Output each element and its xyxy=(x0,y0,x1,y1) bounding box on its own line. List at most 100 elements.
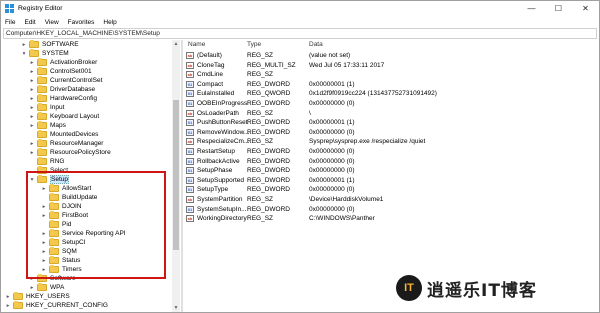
value-name: CmdLine xyxy=(197,71,224,79)
string-value-icon: ab xyxy=(186,52,194,59)
folder-icon xyxy=(37,283,47,291)
tree-item[interactable]: ▸ WPA xyxy=(29,283,64,292)
tree-item[interactable]: ▸ Input xyxy=(29,103,64,112)
expand-icon[interactable]: ▸ xyxy=(29,148,35,157)
tree-item-label: SOFTWARE xyxy=(42,41,79,48)
expand-icon[interactable]: ▸ xyxy=(29,85,35,94)
pane-splitter[interactable] xyxy=(181,40,183,312)
value-row[interactable]: 01 SetupPhase REG_DWORD 0x00000000 (0) xyxy=(184,166,599,176)
tree-item[interactable]: ▾ SYSTEM xyxy=(21,49,69,58)
value-row[interactable]: 01 SetupType REG_DWORD 0x00000000 (0) xyxy=(184,185,599,195)
scroll-up-icon[interactable]: ▲ xyxy=(172,40,180,48)
address-bar[interactable]: Computer\HKEY_LOCAL_MACHINE\SYSTEM\Setup xyxy=(3,28,597,39)
value-name: SystemSetupIn... xyxy=(197,205,247,213)
value-type: REG_DWORD xyxy=(247,205,290,213)
value-row[interactable]: 01 RestartSetup REG_DWORD 0x00000000 (0) xyxy=(184,147,599,157)
folder-icon xyxy=(37,58,47,66)
tree-item[interactable]: MountedDevices xyxy=(29,130,98,139)
tree-item-label: Maps xyxy=(50,122,66,129)
tree-item[interactable]: ▸ ResourcePolicyStore xyxy=(29,148,111,157)
expand-icon[interactable]: ▸ xyxy=(29,112,35,121)
value-row[interactable]: 01 SystemSetupIn... REG_DWORD 0x00000000 (0… xyxy=(184,205,599,215)
menu-edit[interactable]: Edit xyxy=(24,19,35,26)
minimize-icon[interactable]: — xyxy=(518,1,545,16)
value-row[interactable]: ab WorkingDirectory REG_SZ C:\WINDOWS\Panth… xyxy=(184,214,599,224)
maximize-icon[interactable]: ☐ xyxy=(545,1,572,16)
binary-value-icon: 01 xyxy=(186,128,194,136)
highlight-box xyxy=(26,171,166,279)
tree-item-label: HKEY_USERS xyxy=(26,293,70,300)
menu-view[interactable]: View xyxy=(45,19,59,26)
folder-icon xyxy=(37,103,47,111)
value-row[interactable]: ab CloneTag REG_MULTI_SZ Wed Jul 05 17:33:1… xyxy=(184,61,599,71)
value-data: C:\WINDOWS\Panther xyxy=(309,215,375,223)
tree-item[interactable]: ▸ ResourceManager xyxy=(29,139,103,148)
value-row[interactable]: 01 PushButtonReset REG_DWORD 0x00000001 (1) xyxy=(184,118,599,128)
tree-item[interactable]: ▸ ControlSet001 xyxy=(29,67,92,76)
expand-icon[interactable]: ▸ xyxy=(29,67,35,76)
column-data[interactable]: Data xyxy=(309,41,323,48)
expand-icon[interactable]: ▸ xyxy=(29,58,35,67)
folder-icon xyxy=(37,130,47,138)
value-row[interactable]: ab OsLoaderPath REG_SZ \ xyxy=(184,109,599,119)
folder-icon xyxy=(37,76,47,84)
expand-icon[interactable]: ▸ xyxy=(21,40,27,49)
collapse-icon[interactable]: ▾ xyxy=(21,49,27,58)
string-value-icon: ab xyxy=(186,71,194,79)
tree-item[interactable]: ▸ HKEY_CURRENT_CONFIG xyxy=(5,301,108,310)
scroll-thumb[interactable] xyxy=(173,100,179,250)
expand-icon[interactable]: ▸ xyxy=(29,76,35,85)
tree-item[interactable]: ▸ SOFTWARE xyxy=(21,40,79,49)
tree-item[interactable]: ▸ HKEY_USERS xyxy=(5,292,70,301)
tree-item[interactable]: ▸ HardwareConfig xyxy=(29,94,97,103)
close-icon[interactable]: ✕ xyxy=(572,1,599,16)
expand-icon[interactable]: ▸ xyxy=(29,103,35,112)
value-row[interactable]: ab SystemPartition REG_SZ \Device\HarddiskV… xyxy=(184,195,599,205)
scroll-down-icon[interactable]: ▼ xyxy=(172,304,180,312)
value-row[interactable]: 01 RemoveWindow... REG_DWORD 0x00000000 (0) xyxy=(184,128,599,138)
tree-item[interactable]: RNG xyxy=(29,157,64,166)
value-row[interactable]: ab RespecializeCm... REG_SZ Sysprep\sysprep… xyxy=(184,137,599,147)
tree-item[interactable]: ▸ DriverDatabase xyxy=(29,85,95,94)
tree-item-label: Input xyxy=(50,104,65,111)
value-data: 0x00000000 (0) xyxy=(309,100,355,107)
value-type: REG_SZ xyxy=(247,215,274,223)
registry-editor-window: Registry Editor — ☐ ✕ File Edit View Fav… xyxy=(0,0,600,313)
value-row[interactable]: 01 Compact REG_DWORD 0x00000001 (1) xyxy=(184,80,599,90)
tree-scrollbar[interactable]: ▲ ▼ xyxy=(172,40,180,312)
binary-value-icon: 01 xyxy=(186,80,194,88)
value-row[interactable]: 01 RollbackActive REG_DWORD 0x00000000 (0) xyxy=(184,157,599,167)
value-name: RespecializeCm... xyxy=(197,138,250,146)
value-row[interactable]: 01 OOBEInProgress REG_DWORD 0x00000000 (0) xyxy=(184,99,599,109)
tree-item-label: SYSTEM xyxy=(42,50,69,57)
expand-icon[interactable]: ▸ xyxy=(29,283,35,292)
menu-file[interactable]: File xyxy=(5,19,15,26)
tree-item[interactable]: ▸ Keyboard Layout xyxy=(29,112,99,121)
string-value-icon: ab xyxy=(186,196,194,203)
folder-icon xyxy=(13,301,23,309)
menu-bar: File Edit View Favorites Help xyxy=(1,16,599,28)
value-row[interactable]: 01 EulaInstalled REG_QWORD 0x1d2f9f0919cc22… xyxy=(184,89,599,99)
menu-help[interactable]: Help xyxy=(103,19,116,26)
value-name: RestartSetup xyxy=(197,148,235,155)
value-name: SystemPartition xyxy=(197,196,243,203)
value-data: 0x1d2f9f0919cc224 (131437752731091492) xyxy=(309,90,437,98)
watermark-logo: IT 逍遥乐IT博客 xyxy=(396,269,596,307)
expand-icon[interactable]: ▸ xyxy=(29,139,35,148)
column-name[interactable]: Name xyxy=(188,41,205,48)
expand-icon[interactable]: ▸ xyxy=(5,292,11,301)
value-data: 0x00000000 (0) xyxy=(309,148,355,155)
tree-item[interactable]: ▸ Maps xyxy=(29,121,66,130)
value-row[interactable]: 01 SetupSupported REG_DWORD 0x00000001 (1) xyxy=(184,176,599,186)
expand-icon[interactable]: ▸ xyxy=(29,121,35,130)
tree-item[interactable]: ▸ ActivationBroker xyxy=(29,58,97,67)
expand-icon[interactable]: ▸ xyxy=(29,94,35,103)
column-type[interactable]: Type xyxy=(247,41,261,48)
expand-icon[interactable]: ▸ xyxy=(5,301,11,310)
tree-item[interactable]: ▸ CurrentControlSet xyxy=(29,76,102,85)
binary-value-icon: 01 xyxy=(186,157,194,165)
value-type: REG_SZ xyxy=(247,196,274,203)
menu-favorites[interactable]: Favorites xyxy=(68,19,95,26)
value-row[interactable]: ab (Default) REG_SZ (value not set) xyxy=(184,51,599,61)
value-row[interactable]: ab CmdLine REG_SZ xyxy=(184,70,599,80)
